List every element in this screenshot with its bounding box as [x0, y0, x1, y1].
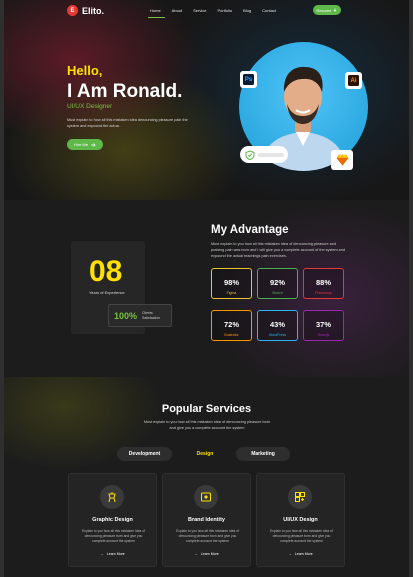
layout-icon — [288, 485, 312, 509]
shield-badge-bar — [257, 152, 284, 157]
stat-sketch: 92% Sketch — [257, 268, 298, 299]
logo-mark: E — [67, 5, 78, 16]
stat-label: Reactjs — [317, 333, 330, 337]
service-card-title: Graphic Design — [92, 517, 133, 523]
nav-item-about[interactable]: About — [172, 8, 182, 13]
illustrator-badge: Ai — [345, 72, 362, 89]
download-icon — [334, 8, 337, 12]
stat-photoshop: 88% Photoshop — [303, 268, 344, 299]
sketch-badge — [331, 150, 353, 170]
hero-section: E Elito. Home About Service Portfolio Bl… — [4, 0, 409, 200]
resume-button[interactable]: Resume — [313, 5, 341, 15]
services-section: Popular Services Must explain to you how… — [4, 377, 409, 577]
sketch-diamond-icon — [336, 154, 348, 166]
tab-development[interactable]: Development — [117, 447, 172, 461]
hero-role: UI/UX Designer — [67, 103, 113, 110]
tab-marketing[interactable]: Marketing — [236, 447, 290, 461]
service-card-description: Explain to you how all this mistaken ide… — [270, 529, 333, 543]
stat-value: 37% — [315, 320, 331, 329]
stat-label: Sketch — [272, 291, 283, 295]
nav-item-service[interactable]: Service — [193, 8, 206, 13]
satisfaction-card: 100% Clients Satisfaction — [108, 304, 172, 327]
page-frame: E Elito. Home About Service Portfolio Bl… — [4, 0, 409, 577]
shield-check-icon — [245, 149, 254, 160]
learn-more-link[interactable]: → Learn More — [257, 552, 344, 556]
arrow-right-icon: → — [100, 552, 104, 556]
nav-item-home[interactable]: Home — [148, 8, 165, 18]
stat-reactjs: 37% Reactjs — [303, 310, 344, 341]
learn-more-link[interactable]: → Learn More — [163, 552, 250, 556]
learn-more-label: Learn More — [294, 552, 313, 556]
nav-menu: Home About Service Portfolio Blog Contac… — [148, 8, 287, 18]
service-card-title: UI/UX Design — [283, 517, 318, 523]
service-card-title: Brand Identity — [188, 517, 225, 523]
experience-years: 08 — [89, 255, 123, 288]
nav-item-portfolio[interactable]: Portfolio — [217, 8, 232, 13]
stat-value: 92% — [269, 278, 285, 287]
nav-item-blog[interactable]: Blog — [243, 8, 251, 13]
arrow-right-icon: → — [194, 552, 198, 556]
service-card-description: Explain to you how all this mistaken ide… — [82, 529, 145, 543]
learn-more-link[interactable]: → Learn More — [69, 552, 156, 556]
learn-more-label: Learn More — [200, 552, 219, 556]
brand-identity-icon — [194, 485, 218, 509]
photoshop-badge: Ps — [240, 71, 257, 88]
arrow-right-icon — [91, 142, 96, 147]
hero-greeting: Hello, — [67, 63, 103, 78]
service-card-graphic-design[interactable]: Graphic Design Explain to you how all th… — [68, 473, 157, 567]
service-card-description: Explain to you how all this mistaken ide… — [176, 529, 239, 543]
stat-value: 98% — [223, 278, 239, 287]
stat-label: Illustrator — [224, 333, 239, 337]
stat-value: 43% — [269, 320, 285, 329]
stat-value: 88% — [315, 278, 331, 287]
service-card-uiux-design[interactable]: UI/UX Design Explain to you how all this… — [256, 473, 345, 567]
stat-label: Photoshop — [315, 291, 332, 295]
services-title: Popular Services — [161, 403, 252, 415]
logo[interactable]: E Elito. — [67, 5, 104, 16]
nav-item-contact[interactable]: Contact — [262, 8, 276, 13]
hero-description: Must explain to how all this mistaken id… — [67, 118, 188, 128]
resume-button-label: Resume — [316, 7, 332, 13]
top-navigation: E Elito. Home About Service Portfolio Bl… — [4, 0, 409, 22]
experience-label: Years of Experience — [89, 290, 125, 295]
advantage-description: Must explain to you how all this mistake… — [211, 242, 346, 258]
arrow-right-icon: → — [288, 552, 292, 556]
advantage-title: My Advantage — [211, 224, 289, 236]
graphic-design-icon — [100, 485, 124, 509]
satisfaction-label: Clients Satisfaction — [142, 311, 161, 320]
shield-badge — [240, 146, 288, 163]
hire-me-button[interactable]: Hire Me — [67, 139, 103, 150]
services-description: Must explain to you how all this mistake… — [143, 420, 271, 430]
hero-name: I Am Ronald. — [67, 81, 183, 102]
illustrator-icon: Ai — [348, 75, 359, 86]
stat-label: WordPress — [268, 333, 287, 337]
stat-illustrator: 72% Illustrator — [211, 310, 252, 341]
learn-more-label: Learn More — [106, 552, 125, 556]
satisfaction-percent: 100% — [114, 311, 138, 321]
stat-label: Figma — [226, 291, 237, 295]
stat-wordpress: 43% WordPress — [257, 310, 298, 341]
photoshop-icon: Ps — [243, 74, 254, 85]
advantage-section: 08 Years of Experience 100% Clients Sati… — [4, 200, 409, 377]
stat-value: 72% — [223, 320, 239, 329]
hire-me-label: Hire Me — [73, 142, 88, 147]
service-card-brand-identity[interactable]: Brand Identity Explain to you how all th… — [162, 473, 251, 567]
stat-figma: 98% Figma — [211, 268, 252, 299]
logo-text: Elito. — [82, 5, 104, 16]
tab-design[interactable]: Design — [180, 447, 230, 461]
